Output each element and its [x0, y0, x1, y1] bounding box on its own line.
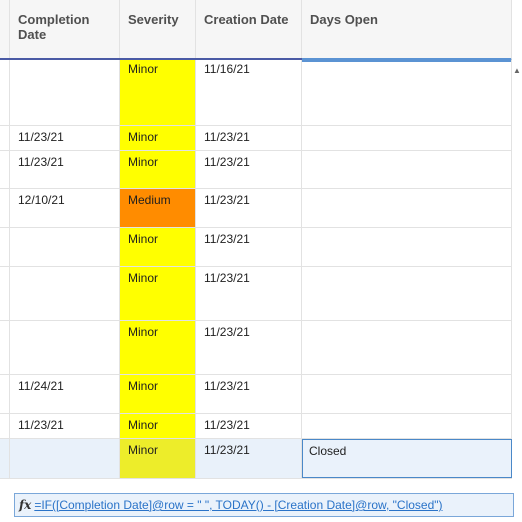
severity-cell[interactable]: Minor	[120, 439, 196, 478]
severity-cell[interactable]: Minor	[120, 126, 196, 150]
severity-cell[interactable]: Minor	[120, 267, 196, 320]
column-header-creation-date[interactable]: Creation Date	[196, 0, 302, 58]
completion-date-cell[interactable]: 11/23/21	[10, 126, 120, 150]
table-row[interactable]: 11/23/21 Minor 11/23/21	[0, 414, 512, 439]
row-gutter	[0, 126, 10, 150]
days-open-cell[interactable]	[302, 60, 512, 125]
row-header-spacer	[0, 0, 10, 58]
scroll-up-arrow-icon[interactable]: ▲	[513, 66, 521, 75]
severity-cell[interactable]: Minor	[120, 375, 196, 413]
formula-bar[interactable]: fx =IF([Completion Date]@row = " ", TODAY…	[14, 493, 514, 517]
days-open-cell[interactable]	[302, 375, 512, 413]
row-gutter	[0, 439, 10, 478]
creation-date-cell[interactable]: 11/23/21	[196, 126, 302, 150]
row-gutter	[0, 189, 10, 227]
days-open-cell[interactable]	[302, 321, 512, 374]
column-header-days-open[interactable]: Days Open	[302, 0, 512, 62]
completion-date-cell[interactable]	[10, 267, 120, 320]
creation-date-cell[interactable]: 11/23/21	[196, 439, 302, 478]
completion-date-cell[interactable]	[10, 60, 120, 125]
row-gutter	[0, 321, 10, 374]
severity-cell[interactable]: Medium	[120, 189, 196, 227]
column-header-completion-date[interactable]: Completion Date	[10, 0, 120, 58]
severity-cell[interactable]: Minor	[120, 321, 196, 374]
table-row[interactable]: 11/23/21 Minor 11/23/21	[0, 126, 512, 151]
completion-date-cell[interactable]	[10, 228, 120, 266]
row-gutter	[0, 375, 10, 413]
days-open-cell[interactable]	[302, 126, 512, 150]
table-row[interactable]: 12/10/21 Medium 11/23/21	[0, 189, 512, 228]
table-row-selected[interactable]: Minor 11/23/21 Closed	[0, 439, 512, 479]
table-row[interactable]: Minor 11/23/21	[0, 228, 512, 267]
creation-date-cell[interactable]: 11/23/21	[196, 321, 302, 374]
severity-cell[interactable]: Minor	[120, 60, 196, 125]
creation-date-cell[interactable]: 11/23/21	[196, 228, 302, 266]
severity-cell[interactable]: Minor	[120, 228, 196, 266]
completion-date-cell[interactable]: 12/10/21	[10, 189, 120, 227]
days-open-cell[interactable]	[302, 228, 512, 266]
row-gutter	[0, 228, 10, 266]
creation-date-cell[interactable]: 11/23/21	[196, 414, 302, 438]
column-header-row: Completion Date Severity Creation Date D…	[0, 0, 512, 62]
creation-date-cell[interactable]: 11/23/21	[196, 189, 302, 227]
table-row[interactable]: 11/23/21 Minor 11/23/21	[0, 151, 512, 189]
completion-date-cell[interactable]	[10, 439, 120, 478]
table-row[interactable]: Minor 11/16/21	[0, 60, 512, 126]
completion-date-cell[interactable]: 11/24/21	[10, 375, 120, 413]
column-header-severity[interactable]: Severity	[120, 0, 196, 58]
vertical-scrollbar[interactable]: ▲	[512, 60, 522, 522]
row-gutter	[0, 267, 10, 320]
severity-cell[interactable]: Minor	[120, 414, 196, 438]
sheet-grid: Completion Date Severity Creation Date D…	[0, 0, 512, 522]
completion-date-cell[interactable]: 11/23/21	[10, 414, 120, 438]
creation-date-cell[interactable]: 11/23/21	[196, 151, 302, 188]
table-row[interactable]: Minor 11/23/21	[0, 321, 512, 375]
table-row[interactable]: Minor 11/23/21	[0, 267, 512, 321]
fx-icon: fx	[19, 498, 32, 512]
days-open-cell[interactable]	[302, 267, 512, 320]
completion-date-cell[interactable]: 11/23/21	[10, 151, 120, 188]
days-open-cell[interactable]	[302, 189, 512, 227]
days-open-cell[interactable]	[302, 414, 512, 438]
creation-date-cell[interactable]: 11/23/21	[196, 375, 302, 413]
table-row[interactable]: 11/24/21 Minor 11/23/21	[0, 375, 512, 414]
formula-text[interactable]: =IF([Completion Date]@row = " ", TODAY()…	[34, 498, 442, 512]
days-open-cell[interactable]	[302, 151, 512, 188]
row-gutter	[0, 414, 10, 438]
completion-date-cell[interactable]	[10, 321, 120, 374]
creation-date-cell[interactable]: 11/23/21	[196, 267, 302, 320]
days-open-cell-active[interactable]: Closed	[302, 439, 512, 478]
severity-cell[interactable]: Minor	[120, 151, 196, 188]
creation-date-cell[interactable]: 11/16/21	[196, 60, 302, 125]
row-gutter	[0, 151, 10, 188]
row-gutter	[0, 60, 10, 125]
